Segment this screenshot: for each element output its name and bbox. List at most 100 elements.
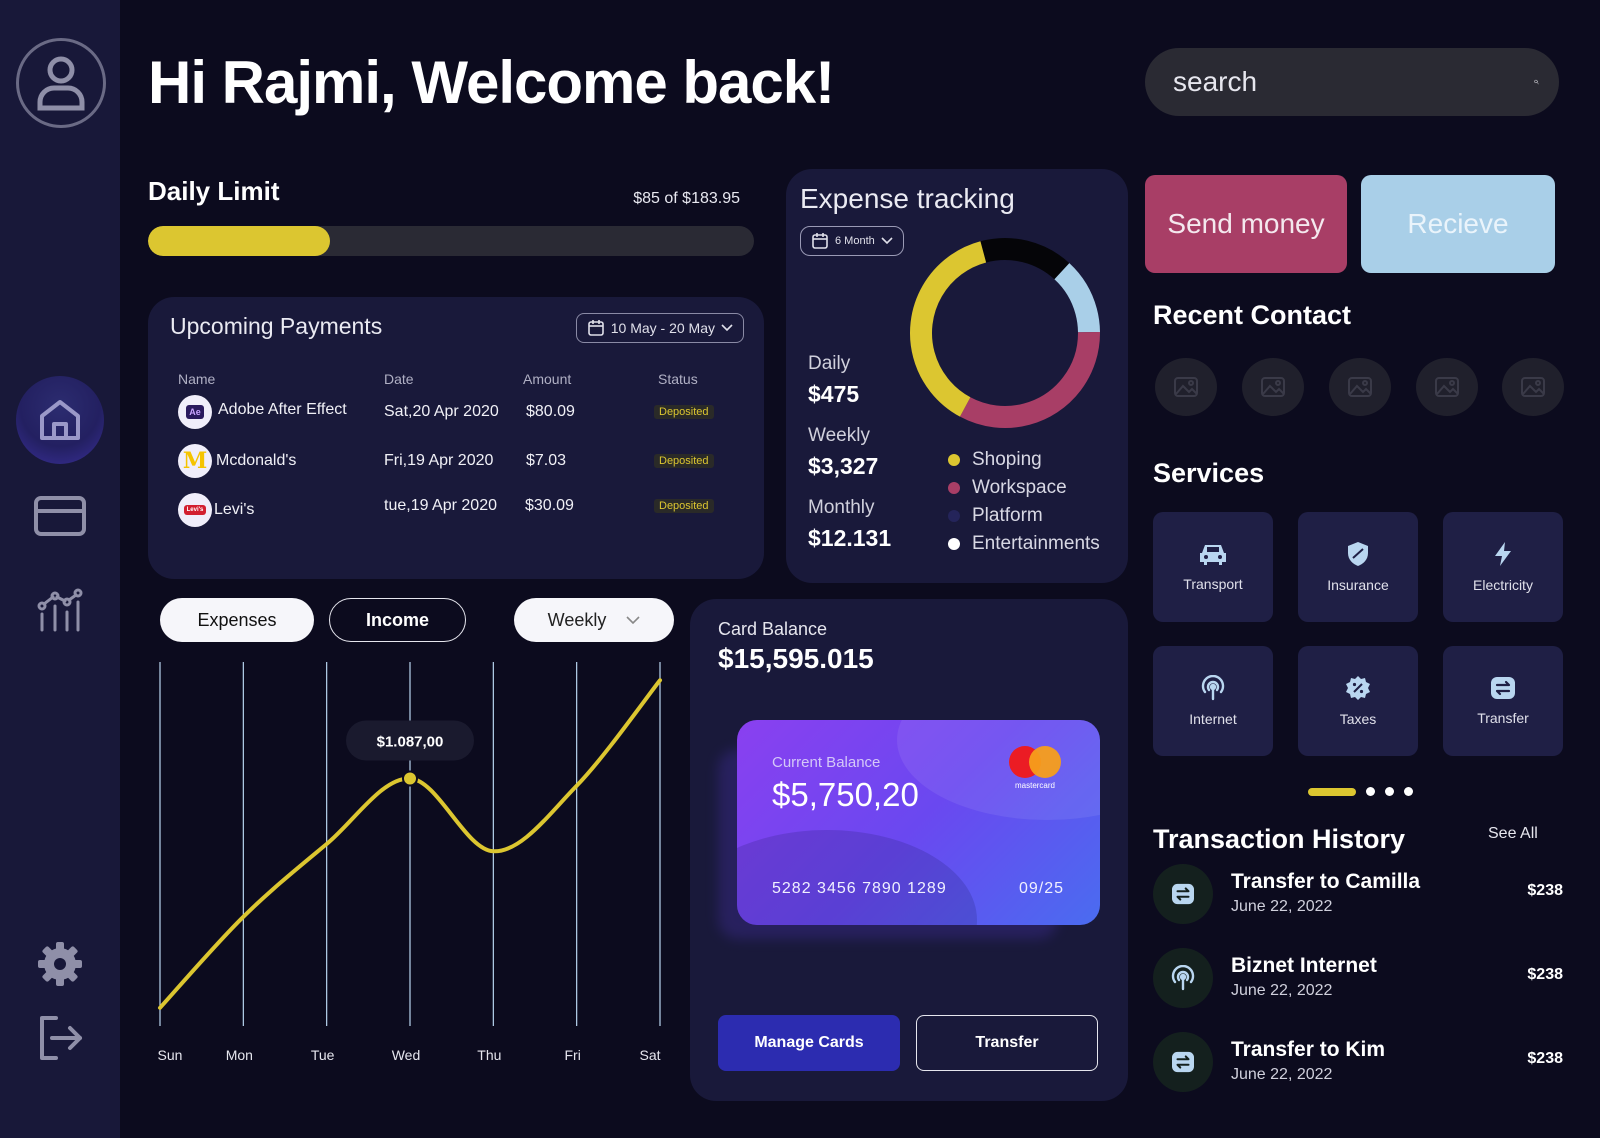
daily-expense-label: Daily — [808, 353, 851, 374]
current-balance-value: $5,750,20 — [772, 776, 919, 813]
search-icon[interactable] — [1534, 59, 1539, 105]
status-badge: Deposited — [654, 499, 714, 513]
transaction-item[interactable]: Transfer to Kim June 22, 2022 $238 — [1153, 1030, 1563, 1096]
transaction-date: June 22, 2022 — [1231, 982, 1333, 999]
legend-label: Platform — [972, 505, 1043, 526]
logout-button[interactable] — [30, 1008, 90, 1068]
legend-label: Shoping — [972, 449, 1042, 470]
transaction-item[interactable]: Biznet Internet June 22, 2022 $238 — [1153, 946, 1563, 1012]
image-placeholder-icon — [1348, 377, 1372, 397]
chevron-down-icon — [881, 237, 893, 245]
period-dropdown[interactable]: Weekly — [514, 598, 674, 642]
donut-segment-entertainments — [910, 238, 1100, 428]
service-internet[interactable]: Internet — [1153, 646, 1273, 756]
monthly-expense-value: $12.131 — [808, 525, 892, 551]
contact-avatar[interactable] — [1329, 358, 1391, 416]
x-tick-label: Sun — [158, 1047, 183, 1063]
legend-label: Workspace — [972, 477, 1067, 498]
payment-name: Levi's — [214, 501, 255, 518]
pager-dot[interactable] — [1366, 787, 1375, 796]
home-icon — [40, 400, 80, 440]
payment-row[interactable]: M Mcdonald's Fri,19 Apr 2020 $7.03 Depos… — [178, 444, 738, 480]
payment-date: Sat,20 Apr 2020 — [384, 403, 499, 420]
see-all-link[interactable]: See All — [1488, 825, 1538, 843]
service-taxes[interactable]: Taxes — [1298, 646, 1418, 756]
transaction-history-title: Transaction History — [1153, 824, 1406, 854]
nav-analytics-button[interactable] — [30, 580, 90, 640]
card-balance-label: Card Balance — [718, 619, 828, 639]
transaction-date: June 22, 2022 — [1231, 1066, 1333, 1083]
tax-badge-icon — [1346, 676, 1370, 700]
daily-limit-amount: $85 of $183.95 — [633, 190, 740, 207]
expense-tracking-panel: Expense tracking 6 Month Daily $475 Week… — [786, 169, 1128, 583]
image-placeholder-icon — [1261, 377, 1285, 397]
search-bar[interactable] — [1145, 48, 1559, 116]
logout-icon — [40, 1016, 82, 1060]
service-label: Taxes — [1339, 711, 1377, 727]
transfer-button[interactable]: Transfer — [916, 1015, 1098, 1071]
card-number: 5282 3456 7890 1289 — [772, 880, 947, 897]
column-header-amount: Amount — [523, 371, 572, 387]
service-transport[interactable]: Transport — [1153, 512, 1273, 622]
analytics-icon — [37, 588, 83, 632]
credit-card-icon — [34, 496, 86, 536]
date-range-selector[interactable]: 10 May - 20 May — [575, 313, 744, 343]
income-line-chart: Sun Mon Tue Wed Thu Fri Sat $1.087,00 — [148, 650, 688, 1096]
service-label: Electricity — [1473, 577, 1533, 593]
service-electricity[interactable]: Electricity — [1443, 512, 1563, 622]
receive-button[interactable]: Recieve — [1361, 175, 1555, 273]
transfer-icon — [1491, 677, 1515, 699]
pager-dot[interactable] — [1385, 787, 1394, 796]
adobe-logo: Ae — [178, 395, 212, 429]
car-icon — [1200, 545, 1226, 565]
pager-active-indicator[interactable] — [1308, 787, 1356, 796]
manage-cards-button[interactable]: Manage Cards — [718, 1015, 900, 1071]
contact-avatar[interactable] — [1155, 358, 1217, 416]
highlighted-data-point[interactable] — [402, 770, 418, 787]
upcoming-payments-panel: Upcoming Payments 10 May - 20 May Name D… — [148, 297, 764, 579]
search-input[interactable] — [1173, 66, 1534, 98]
expense-period-selector[interactable]: 6 Month — [800, 226, 904, 256]
wifi-icon — [1171, 965, 1195, 991]
service-label: Transport — [1183, 576, 1243, 592]
contact-avatar[interactable] — [1502, 358, 1564, 416]
transaction-amount: $238 — [1527, 966, 1563, 983]
send-money-button[interactable]: Send money — [1145, 175, 1347, 273]
expense-tracking-title: Expense tracking — [800, 183, 1015, 214]
transaction-item[interactable]: Transfer to Camilla June 22, 2022 $238 — [1153, 862, 1563, 928]
transfer-icon — [1172, 1051, 1194, 1073]
settings-button[interactable] — [30, 934, 90, 994]
chevron-down-icon — [721, 324, 733, 332]
donut-segment-black — [910, 238, 1100, 428]
lightning-icon — [1495, 542, 1511, 566]
payment-date: tue,19 Apr 2020 — [384, 497, 497, 514]
payment-row[interactable]: Levi's Levi's tue,19 Apr 2020 $30.09 Dep… — [178, 493, 738, 529]
legend-item: Shoping — [948, 449, 1042, 471]
services-pager[interactable] — [1308, 787, 1413, 796]
service-transfer[interactable]: Transfer — [1443, 646, 1563, 756]
tab-expenses[interactable]: Expenses — [160, 598, 314, 642]
nav-cards-button[interactable] — [30, 486, 90, 546]
legend-item: Workspace — [948, 477, 1067, 499]
contact-avatar[interactable] — [1242, 358, 1304, 416]
x-tick-label: Tue — [311, 1047, 335, 1063]
weekly-expense-label: Weekly — [808, 425, 870, 446]
tab-income[interactable]: Income — [329, 598, 466, 642]
tooltip-value: $1.087,00 — [377, 733, 444, 750]
profile-avatar[interactable] — [16, 38, 106, 128]
pager-dot[interactable] — [1404, 787, 1413, 796]
upcoming-payments-title: Upcoming Payments — [170, 313, 383, 339]
daily-limit-title: Daily Limit — [148, 176, 280, 206]
image-placeholder-icon — [1435, 377, 1459, 397]
daily-limit-progress-fill — [148, 226, 330, 256]
transaction-amount: $238 — [1527, 1050, 1563, 1067]
credit-card[interactable]: Current Balance $5,750,20 mastercard 528… — [737, 720, 1100, 925]
payment-row[interactable]: Ae Adobe After Effect Sat,20 Apr 2020 $8… — [178, 395, 738, 431]
contact-avatar[interactable] — [1416, 358, 1478, 416]
column-header-status: Status — [658, 371, 698, 387]
legend-item: Entertainments — [948, 533, 1100, 555]
nav-home-button[interactable] — [16, 376, 104, 464]
legend-swatch — [948, 510, 960, 522]
x-tick-label: Thu — [477, 1047, 501, 1063]
service-insurance[interactable]: Insurance — [1298, 512, 1418, 622]
